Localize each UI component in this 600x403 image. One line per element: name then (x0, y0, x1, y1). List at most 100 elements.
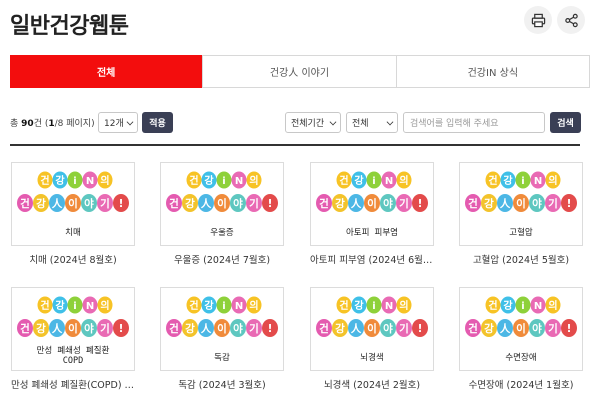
webtoon-card[interactable]: 건 강 i N 의 건 강 人 이 야 기! 우울증우울증 (2024년 7월호) (160, 162, 284, 266)
logo-letter: 의 (399, 299, 408, 312)
series-logo: 건 강 i N 의건 강 人 이 야 기! (465, 296, 577, 337)
thumbnail-topic-text: COPD (62, 356, 84, 366)
thumbnail-topic-text: 우울증 (210, 228, 234, 238)
logo-letter: 건 (189, 299, 198, 312)
list-controls: 총 90건 (1/8 페이지) 12개 적용 전체기간 전체 검색어를 입력해 … (10, 112, 581, 134)
webtoon-card-caption[interactable]: 아토피 피부염 (2024년 6월호) (310, 252, 434, 266)
logo-letter: 강 (335, 322, 345, 335)
chevron-down-icon (126, 118, 134, 126)
logo-letter: N (235, 301, 243, 312)
category-tabs: 전체 건강人 이야기 건강IN 상식 (10, 55, 590, 88)
logo-letter: 의 (249, 299, 258, 312)
webtoon-card[interactable]: 건 강 i N 의 건 강 人 이 야 기! 고혈압고혈압 (2024년 5월호) (459, 162, 583, 266)
logo-letter: 의 (399, 174, 408, 187)
webtoon-card[interactable]: 건 강 i N 의 건 강 人 이 야 기! 만성 폐쇄성 폐질환 COPD 만성 폐쇄성 폐질환(COP… (11, 287, 135, 391)
logo-letter: 야 (233, 322, 243, 335)
logo-letter: 강 (185, 322, 195, 335)
logo-letter: 강 (36, 197, 46, 210)
print-icon (531, 13, 545, 27)
logo-letter: 건 (468, 197, 478, 210)
logo-letter: 人 (351, 322, 362, 335)
webtoon-card[interactable]: 건 강 i N 의 건 강 人 이 야 기! 아토피 피부염 아토피 피부염 (2024년 6월호) (310, 162, 434, 266)
webtoon-card[interactable]: 건 강 i N 의 건 강 人 이 야 기! 치매 치매 (2024년 8월호) (11, 162, 135, 266)
logo-letter: 야 (84, 197, 94, 210)
tab-health-in-knowledge[interactable]: 건강IN 상식 (395, 56, 589, 87)
total-count-number: 90 (21, 119, 34, 129)
logo-letter: N (534, 301, 542, 312)
webtoon-card[interactable]: 건 강 i N 의 건 강 人 이 야 기! 수면장애 수면장애 (2024년 1월호) (459, 287, 583, 391)
logo-letter: 기 (100, 322, 110, 335)
webtoon-thumbnail[interactable]: 건 강 i N 의 건 강 人 이 야 기! 독감 (160, 287, 284, 371)
search-input[interactable]: 검색어를 입력해 주세요 (403, 112, 545, 133)
tab-all[interactable]: 전체 (10, 55, 203, 88)
logo-letter: 건 (488, 299, 497, 312)
webtoon-thumbnail[interactable]: 건 강 i N 의 건 강 人 이 야 기! 뇌경색 (310, 287, 434, 371)
webtoon-card-caption[interactable]: 고혈압 (2024년 5월호) (459, 252, 583, 266)
logo-letter: 건 (169, 322, 179, 335)
thumbnail-topic-text: 만성 폐쇄성 폐질환 (36, 346, 110, 356)
webtoon-card-caption[interactable]: 수면장애 (2024년 1월호) (459, 377, 583, 391)
webtoon-thumbnail[interactable]: 건 강 i N 의 건 강 人 이 야 기! 우울증 (160, 162, 284, 246)
logo-letter: N (86, 176, 94, 187)
logo-letter: 人 (201, 322, 212, 335)
logo-letter: 人 (351, 197, 362, 210)
logo-letter: 건 (468, 322, 478, 335)
logo-letter: 人 (52, 322, 63, 335)
logo-letter: 강 (503, 174, 513, 187)
logo-letter: 야 (532, 322, 542, 335)
logo-letter: 건 (319, 197, 329, 210)
webtoon-card-caption[interactable]: 뇌경색 (2024년 2월호) (310, 377, 434, 391)
logo-letter: i (73, 176, 76, 187)
webtoon-thumbnail[interactable]: 건 강 i N 의 건 강 人 이 야 기! 아토피 피부염 (310, 162, 434, 246)
webtoon-thumbnail[interactable]: 건 강 i N 의 건 강 人 이 야 기! 치매 (11, 162, 135, 246)
thumbnail-topic-text: 뇌경색 (360, 353, 384, 363)
total-mid: 건 ( (33, 119, 49, 129)
webtoon-thumbnail[interactable]: 건 강 i N 의 건 강 人 이 야 기! 고혈압 (459, 162, 583, 246)
logo-letter: 이 (217, 197, 227, 210)
apply-button[interactable]: 적용 (142, 112, 173, 133)
logo-letter: 강 (204, 174, 214, 187)
share-button[interactable] (557, 6, 585, 34)
logo-letter: ! (119, 198, 124, 210)
logo-letter: 이 (516, 197, 526, 210)
total-prefix: 총 (10, 119, 22, 129)
webtoon-card-caption[interactable]: 만성 폐쇄성 폐질환(COPD) (… (11, 377, 135, 391)
series-logo: 건 강 i N 의건 강 人 이 야 기! (166, 171, 278, 212)
thumbnail-topic-text: 아토피 피부염 (345, 228, 399, 238)
search-button[interactable]: 검색 (550, 112, 581, 133)
webtoon-thumbnail[interactable]: 건 강 i N 의 건 강 人 이 야 기! 수면장애 (459, 287, 583, 371)
period-select[interactable]: 전체기간 (285, 112, 341, 133)
logo-letter: ! (418, 323, 423, 335)
logo-letter: 기 (399, 197, 409, 210)
webtoon-thumbnail[interactable]: 건 강 i N 의 건 강 人 이 야 기! 만성 폐쇄성 폐질환 COPD (11, 287, 135, 371)
logo-letter: i (372, 176, 375, 187)
thumbnail-topic-text: 독감 (214, 353, 230, 363)
logo-letter: 의 (548, 299, 557, 312)
logo-letter: 의 (100, 174, 109, 187)
logo-letter: 건 (488, 174, 497, 187)
tab-health-people-stories[interactable]: 건강人 이야기 (202, 56, 395, 87)
logo-letter: 강 (354, 174, 364, 187)
webtoon-card-caption[interactable]: 우울증 (2024년 7월호) (160, 252, 284, 266)
logo-letter: i (73, 301, 76, 312)
webtoon-card-caption[interactable]: 독감 (2024년 3월호) (160, 377, 284, 391)
print-button[interactable] (524, 6, 552, 34)
chevron-down-icon (386, 118, 394, 126)
logo-letter: 이 (367, 322, 377, 335)
logo-letter: 기 (399, 322, 409, 335)
logo-letter: 야 (383, 197, 393, 210)
logo-letter: ! (119, 323, 124, 335)
logo-letter: i (222, 301, 225, 312)
per-page-select[interactable]: 12개 (98, 112, 138, 133)
logo-letter: 야 (84, 322, 94, 335)
logo-letter: 야 (532, 197, 542, 210)
webtoon-card[interactable]: 건 강 i N 의 건 강 人 이 야 기! 독감 독감 (2024년 3월호) (160, 287, 284, 391)
category-select[interactable]: 전체 (346, 112, 398, 133)
logo-letter: 강 (185, 197, 195, 210)
thumbnail-topic-text: 치매 (65, 228, 81, 238)
logo-letter: 야 (233, 197, 243, 210)
logo-letter: 人 (500, 197, 511, 210)
webtoon-card[interactable]: 건 강 i N 의 건 강 人 이 야 기! 뇌경색 뇌경색 (2024년 2월호) (310, 287, 434, 391)
logo-letter: 강 (484, 197, 494, 210)
webtoon-card-caption[interactable]: 치매 (2024년 8월호) (11, 252, 135, 266)
